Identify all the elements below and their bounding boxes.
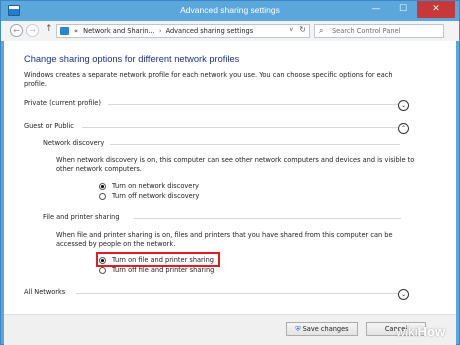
expand-chevron-icon[interactable]: ⌄: [398, 289, 409, 300]
wikihow-watermark: wikiHow: [396, 324, 445, 339]
watermark-prefix: wiki: [396, 324, 418, 339]
breadcrumb-item-advanced[interactable]: Advanced sharing settings: [166, 27, 254, 35]
collapse-chevron-icon[interactable]: ⌃: [398, 123, 409, 134]
footer-bar: ⛨ Save changes Cancel: [4, 314, 456, 345]
search-icon: ⌕: [319, 26, 324, 35]
refresh-icon[interactable]: ↻: [299, 25, 306, 34]
radio-unselected[interactable]: [99, 193, 106, 200]
watermark-suffix: How: [417, 324, 446, 339]
file-sharing-section: File and printer sharing: [43, 212, 403, 222]
profile-private[interactable]: Private (current profile): [24, 98, 424, 110]
title-bar[interactable]: Advanced sharing settings — ☐ ✕: [1, 1, 459, 21]
profile-all-networks[interactable]: All Networks: [24, 287, 424, 299]
page-description: Windows creates a separate network profi…: [24, 71, 393, 88]
save-label: Save changes: [302, 325, 349, 333]
network-discovery-title: Network discovery: [43, 139, 105, 147]
highlight-box: [96, 252, 220, 267]
expand-chevron-icon[interactable]: ⌄: [398, 100, 409, 111]
profile-guest-label: Guest or Public: [24, 122, 74, 130]
search-input[interactable]: ⌕ Search Control Panel: [314, 24, 444, 38]
file-sharing-title: File and printer sharing: [43, 213, 120, 221]
maximize-button[interactable]: ☐: [390, 1, 416, 18]
address-bar[interactable]: « Network and Sharin... › Advanced shari…: [56, 24, 310, 38]
divider: [133, 218, 401, 219]
forward-arrow-icon[interactable]: →: [26, 24, 39, 37]
navigation-bar: ← → ↑ « Network and Sharin... › Advanced…: [1, 21, 459, 41]
divider: [110, 144, 400, 145]
radio-unselected[interactable]: [99, 267, 106, 274]
window: Advanced sharing settings — ☐ ✕ ← → ↑ « …: [0, 0, 460, 345]
minimize-button[interactable]: —: [363, 1, 389, 18]
back-arrow-icon[interactable]: ←: [10, 24, 23, 37]
up-arrow-icon[interactable]: ↑: [45, 24, 53, 34]
chevron-down-icon[interactable]: v: [289, 26, 293, 33]
breadcrumb-item-network[interactable]: Network and Sharin...: [80, 27, 155, 35]
save-changes-button[interactable]: ⛨ Save changes: [286, 322, 358, 336]
search-placeholder: Search Control Panel: [332, 27, 401, 35]
network-discovery-text: When network discovery is on, this compu…: [56, 156, 415, 173]
network-discovery-section: Network discovery: [43, 138, 403, 148]
page-title: Change sharing options for different net…: [24, 54, 240, 64]
main-content: Change sharing options for different net…: [4, 41, 456, 314]
shield-icon: ⛨: [295, 325, 301, 333]
breadcrumb-overflow[interactable]: «: [74, 27, 78, 35]
radio-label: Turn on network discovery: [112, 182, 199, 190]
control-panel-small-icon: [60, 27, 69, 35]
breadcrumb: « Network and Sharin... › Advanced shari…: [74, 27, 253, 35]
divider: [108, 104, 398, 105]
radio-selected[interactable]: [99, 183, 106, 190]
divider: [82, 127, 398, 128]
profile-all-networks-label: All Networks: [24, 288, 66, 296]
close-button[interactable]: ✕: [417, 1, 455, 18]
profile-private-label: Private (current profile): [24, 99, 101, 107]
radio-label: Turn off network discovery: [112, 192, 200, 200]
profile-guest-public[interactable]: Guest or Public: [24, 121, 424, 133]
file-sharing-text: When file and printer sharing is on, fil…: [56, 231, 393, 248]
breadcrumb-separator: ›: [158, 27, 162, 35]
radio-label: Turn off file and printer sharing: [112, 266, 215, 274]
divider: [76, 293, 398, 294]
